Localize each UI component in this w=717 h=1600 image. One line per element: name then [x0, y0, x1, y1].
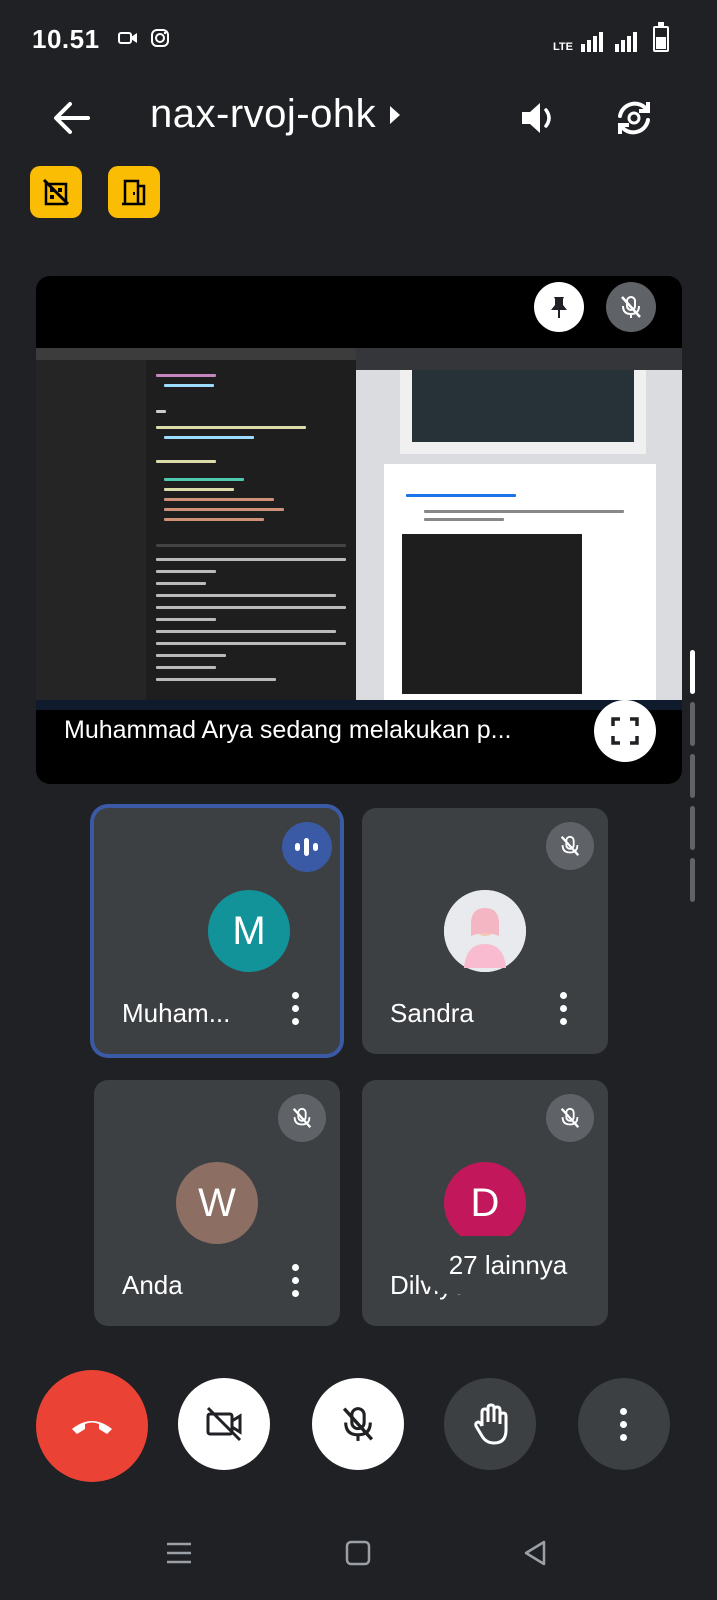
camera-toggle-button[interactable]	[178, 1378, 270, 1470]
speaker-button[interactable]	[516, 96, 560, 140]
more-participants-button[interactable]: 27 lainnya	[420, 1236, 596, 1294]
status-right: LTE	[553, 22, 669, 53]
avatar: W	[176, 1162, 258, 1244]
menu-icon	[167, 1542, 191, 1564]
back-button[interactable]	[50, 96, 94, 140]
participant-name: Sandra	[390, 998, 474, 1028]
participant-more-button[interactable]	[292, 992, 300, 1025]
back-nav-button[interactable]	[522, 1540, 548, 1571]
pdf-browser-window	[356, 348, 682, 700]
home-square-icon	[345, 1540, 371, 1566]
mic-off-icon	[292, 1107, 312, 1129]
scroll-indicator-track	[690, 754, 695, 798]
avatar: M	[208, 890, 290, 972]
participant-more-button[interactable]	[560, 992, 568, 1025]
scroll-indicator-track	[690, 702, 695, 746]
pin-button[interactable]	[534, 282, 584, 332]
video-camera-icon	[118, 32, 137, 44]
instagram-icon	[151, 29, 169, 47]
fullscreen-icon	[611, 717, 639, 745]
meeting-code: nax-rvoj-ohk	[150, 92, 377, 136]
participant-name: Muham...	[122, 998, 231, 1028]
meeting-code-button[interactable]: nax-rvoj-ohk	[150, 92, 401, 137]
more-options-icon	[620, 1407, 628, 1441]
more-participants-label: 27 lainnya	[448, 1249, 568, 1280]
raise-hand-icon	[474, 1403, 508, 1445]
avatar-initial: W	[198, 1180, 236, 1225]
network-type: LTE	[553, 41, 573, 53]
end-call-icon	[72, 1421, 112, 1434]
muted-indicator	[278, 1094, 326, 1142]
shared-screen	[36, 348, 682, 710]
pin-icon	[551, 297, 567, 318]
signal-icon-2	[615, 32, 637, 52]
back-arrow-icon	[54, 102, 90, 134]
mic-off-icon	[560, 1107, 580, 1129]
scroll-indicator-active	[690, 650, 695, 694]
mic-toggle-button[interactable]	[312, 1378, 404, 1470]
person-photo-icon	[444, 890, 526, 972]
muted-indicator	[546, 822, 594, 870]
fullscreen-button[interactable]	[594, 700, 656, 762]
signal-icon	[581, 32, 603, 52]
chevron-right-icon	[390, 105, 401, 124]
battery-icon	[653, 22, 669, 52]
presenter-mic-status	[606, 282, 656, 332]
switch-camera-button[interactable]	[612, 96, 656, 140]
speaking-indicator	[282, 822, 332, 872]
more-options-button[interactable]	[578, 1378, 670, 1470]
participant-tile-3[interactable]: W Anda	[94, 1080, 340, 1326]
camera-off-icon	[206, 1406, 242, 1442]
status-time: 10.51	[32, 24, 100, 54]
no-building-icon	[42, 178, 70, 206]
switch-camera-icon	[618, 101, 650, 135]
home-button[interactable]	[345, 1540, 371, 1571]
avatar-photo	[444, 890, 526, 972]
muted-indicator	[546, 1094, 594, 1142]
participant-tile-2[interactable]: Sandra	[362, 808, 608, 1054]
door-exit-icon	[122, 179, 146, 206]
scroll-indicator-track	[690, 806, 695, 850]
speaker-icon	[522, 103, 551, 133]
raise-hand-button[interactable]	[444, 1378, 536, 1470]
code-editor-window	[36, 348, 356, 700]
no-building-chip[interactable]	[30, 166, 82, 218]
scroll-indicator-track	[690, 858, 695, 902]
mic-off-icon	[560, 835, 580, 857]
avatar: D	[444, 1162, 526, 1244]
recent-apps-button[interactable]	[166, 1540, 192, 1571]
avatar-initial: M	[232, 908, 266, 953]
end-call-button[interactable]	[36, 1370, 148, 1482]
back-triangle-icon	[524, 1540, 546, 1566]
participant-tile-1[interactable]: M Muham...	[94, 808, 340, 1054]
participant-more-button[interactable]	[292, 1264, 300, 1297]
mic-off-icon	[621, 296, 641, 318]
participant-name: Anda	[122, 1270, 183, 1300]
door-exit-chip[interactable]	[108, 166, 160, 218]
presentation-tile[interactable]: Muhammad Arya sedang melakukan p...	[36, 276, 682, 784]
audio-wave-icon	[295, 838, 318, 856]
mic-off-icon	[342, 1407, 374, 1441]
presentation-caption: Muhammad Arya sedang melakukan p...	[64, 716, 512, 744]
status-icons-left	[118, 28, 170, 48]
avatar-initial: D	[470, 1180, 500, 1225]
